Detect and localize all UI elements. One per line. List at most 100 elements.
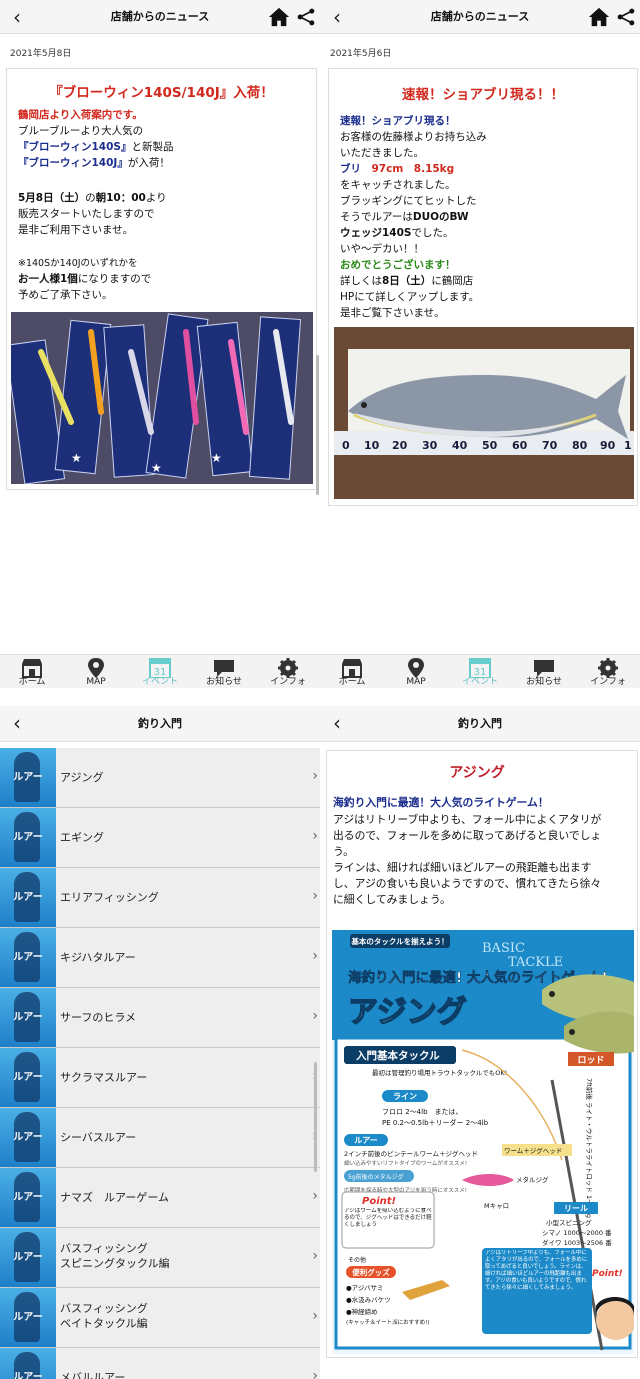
tab-label: インフォ — [270, 677, 306, 687]
chevron-right-icon: › — [312, 948, 318, 964]
scrollbar[interactable] — [316, 355, 319, 495]
gear-icon — [278, 658, 298, 678]
tab-info[interactable]: インフォ — [256, 655, 320, 688]
lure-name: DUOのBW — [412, 211, 469, 223]
chevron-right-icon: › — [312, 828, 318, 844]
svg-text:0: 0 — [342, 439, 350, 452]
tab-map[interactable]: MAP — [64, 655, 128, 688]
list-item[interactable]: ルアー ナマズ ルアーゲーム › — [0, 1168, 320, 1228]
share-icon[interactable] — [616, 6, 636, 28]
tab-info[interactable]: インフォ — [576, 655, 640, 688]
list-item[interactable]: ルアー キジハタルアー › — [0, 928, 320, 988]
guide-line: ラインは、細ければ細いほどルアーの飛距離も出ます — [333, 861, 592, 874]
svg-text:ライン: ライン — [393, 1092, 417, 1101]
bottom-tab-bar: ホーム MAP 31 イベント お知らせ インフォ — [0, 654, 320, 688]
tab-home[interactable]: ホーム — [0, 655, 64, 688]
list-item[interactable]: ルアー バスフィッシング スピニングタックル編 › — [0, 1228, 320, 1288]
tab-map[interactable]: MAP — [384, 655, 448, 688]
top-bar: ‹ 店舗からのニュース — [320, 0, 640, 34]
home-icon[interactable] — [268, 6, 290, 28]
shop-icon — [342, 659, 362, 678]
home-icon[interactable] — [588, 6, 610, 28]
svg-text:アジング: アジング — [348, 995, 467, 1030]
list-item-label: キジハタルアー — [60, 951, 136, 964]
lure-thumbnail: ルアー — [0, 1348, 56, 1379]
tab-news[interactable]: お知らせ — [512, 655, 576, 688]
back-button[interactable]: ‹ — [6, 711, 28, 735]
svg-text:Point!: Point! — [362, 1196, 396, 1207]
svg-text:メタルジグ: メタルジグ — [516, 1175, 549, 1184]
news-line: 予めご了承下さい。 — [18, 289, 113, 301]
product-name: 『ブローウィン140J』 — [18, 157, 128, 169]
product-name: 『ブローウィン140S』 — [18, 141, 132, 153]
list-item[interactable]: ルアー アジング › — [0, 748, 320, 808]
back-button[interactable]: ‹ — [326, 711, 348, 735]
top-bar: ‹ 釣り入門 — [320, 706, 640, 742]
share-icon[interactable] — [296, 6, 316, 28]
news-text: そうでルアーは — [340, 211, 413, 223]
svg-text:細い込みやすいリフトタイプのワームがオススメ!: 細い込みやすいリフトタイプのワームがオススメ! — [344, 1159, 467, 1167]
chevron-right-icon: › — [312, 1368, 318, 1379]
lure-thumbnail: ルアー — [0, 1168, 56, 1227]
list-item[interactable]: ルアー エギング › — [0, 808, 320, 868]
scrollbar[interactable] — [314, 1062, 317, 1172]
lure-thumbnail: ルアー — [0, 1228, 56, 1287]
list-item[interactable]: ルアーシーバスルアー› — [0, 1108, 320, 1168]
thumbnail-label: ルアー — [13, 892, 43, 903]
svg-text:7ft前後 ライト・ウルトラライトロッド 1〜10g: 7ft前後 ライト・ウルトラライトロッド 1〜10g — [585, 1078, 594, 1218]
thumbnail-label: ルアー — [13, 1372, 43, 1379]
svg-text:Point!: Point! — [592, 1269, 623, 1279]
news-text: に鶴岡店 — [431, 275, 474, 287]
thumbnail-label: ルアー — [13, 1012, 43, 1023]
news-line: 販売スタートいたしますので — [18, 208, 155, 220]
svg-text:BASIC: BASIC — [482, 941, 525, 956]
tab-event[interactable]: 31 イベント — [448, 655, 512, 688]
chat-icon — [214, 660, 234, 677]
pin-icon — [88, 658, 104, 678]
chevron-right-icon: › — [312, 1308, 318, 1324]
news-line: おめでとうございます！ — [340, 259, 456, 271]
chevron-right-icon: › — [312, 1008, 318, 1024]
news-text: になりますので — [77, 273, 152, 285]
news-line: ブラッギングにてヒットした — [340, 195, 477, 207]
svg-text:2インチ前後のピンテールワーム＋ジグヘッド: 2インチ前後のピンテールワーム＋ジグヘッド — [344, 1149, 478, 1158]
list-item-label: バスフィッシング — [60, 1302, 148, 1315]
tab-event[interactable]: 31 イベント — [128, 655, 192, 688]
list-item[interactable]: ルアーサクラマスルアー› — [0, 1048, 320, 1108]
news-line: いただきました。 — [340, 147, 424, 159]
list-item[interactable]: ルアー サーフのヒラメ › — [0, 988, 320, 1048]
bottom-tab-bar: ホーム MAP 31 イベント お知らせ インフォ — [320, 654, 640, 688]
tab-home[interactable]: ホーム — [320, 655, 384, 688]
svg-text:ルアー: ルアー — [354, 1136, 378, 1145]
guide-line: し、アジの食いも良いようですので、慣れてきたら徐々 — [333, 877, 602, 890]
news-line: HPにて詳しくアップします。 — [340, 291, 480, 303]
back-button[interactable]: ‹ — [6, 5, 28, 29]
svg-text:入門基本タックル: 入門基本タックル — [356, 1049, 440, 1062]
list-item-label: シーバスルアー — [60, 1131, 137, 1144]
lure-thumbnail: ルアー — [0, 868, 56, 927]
svg-text:●神経締め: ●神経締め — [346, 1307, 378, 1316]
svg-text:シマノ 1000〜2000 番: シマノ 1000〜2000 番 — [542, 1229, 612, 1237]
list-item[interactable]: ルアー エリアフィッシング › — [0, 868, 320, 928]
tab-news[interactable]: お知らせ — [192, 655, 256, 688]
news-text: の — [85, 192, 96, 204]
svg-text:30: 30 — [422, 439, 438, 452]
news-text: が入荷！ — [127, 157, 170, 169]
tab-label: お知らせ — [526, 677, 562, 687]
svg-text:★: ★ — [211, 451, 222, 465]
news-line: ブルーブルーより大人気の — [18, 125, 144, 137]
list-item-label: サクラマスルアー — [60, 1071, 148, 1084]
thumbnail-label: ルアー — [13, 952, 43, 963]
lure-name: ウェッジ140S — [340, 227, 412, 239]
calendar-icon: 31 — [149, 658, 171, 678]
top-bar: ‹ 釣り入門 — [0, 706, 320, 742]
svg-text:ワーム＋ジグヘッド: ワーム＋ジグヘッド — [504, 1146, 562, 1155]
news-line: そうでルアーはDUOのBW — [340, 210, 469, 226]
list-item[interactable]: ルアー バスフィッシング ベイトタックル編 › — [0, 1288, 320, 1348]
svg-text:Mキャロ: Mキャロ — [484, 1202, 509, 1210]
svg-text:20: 20 — [392, 439, 408, 452]
list-item[interactable]: ルアー メバルルアー › — [0, 1348, 320, 1379]
lure-thumbnail: ルアー — [0, 1288, 56, 1347]
post-date: 2021年5月6日 — [330, 49, 392, 59]
back-button[interactable]: ‹ — [326, 5, 348, 29]
